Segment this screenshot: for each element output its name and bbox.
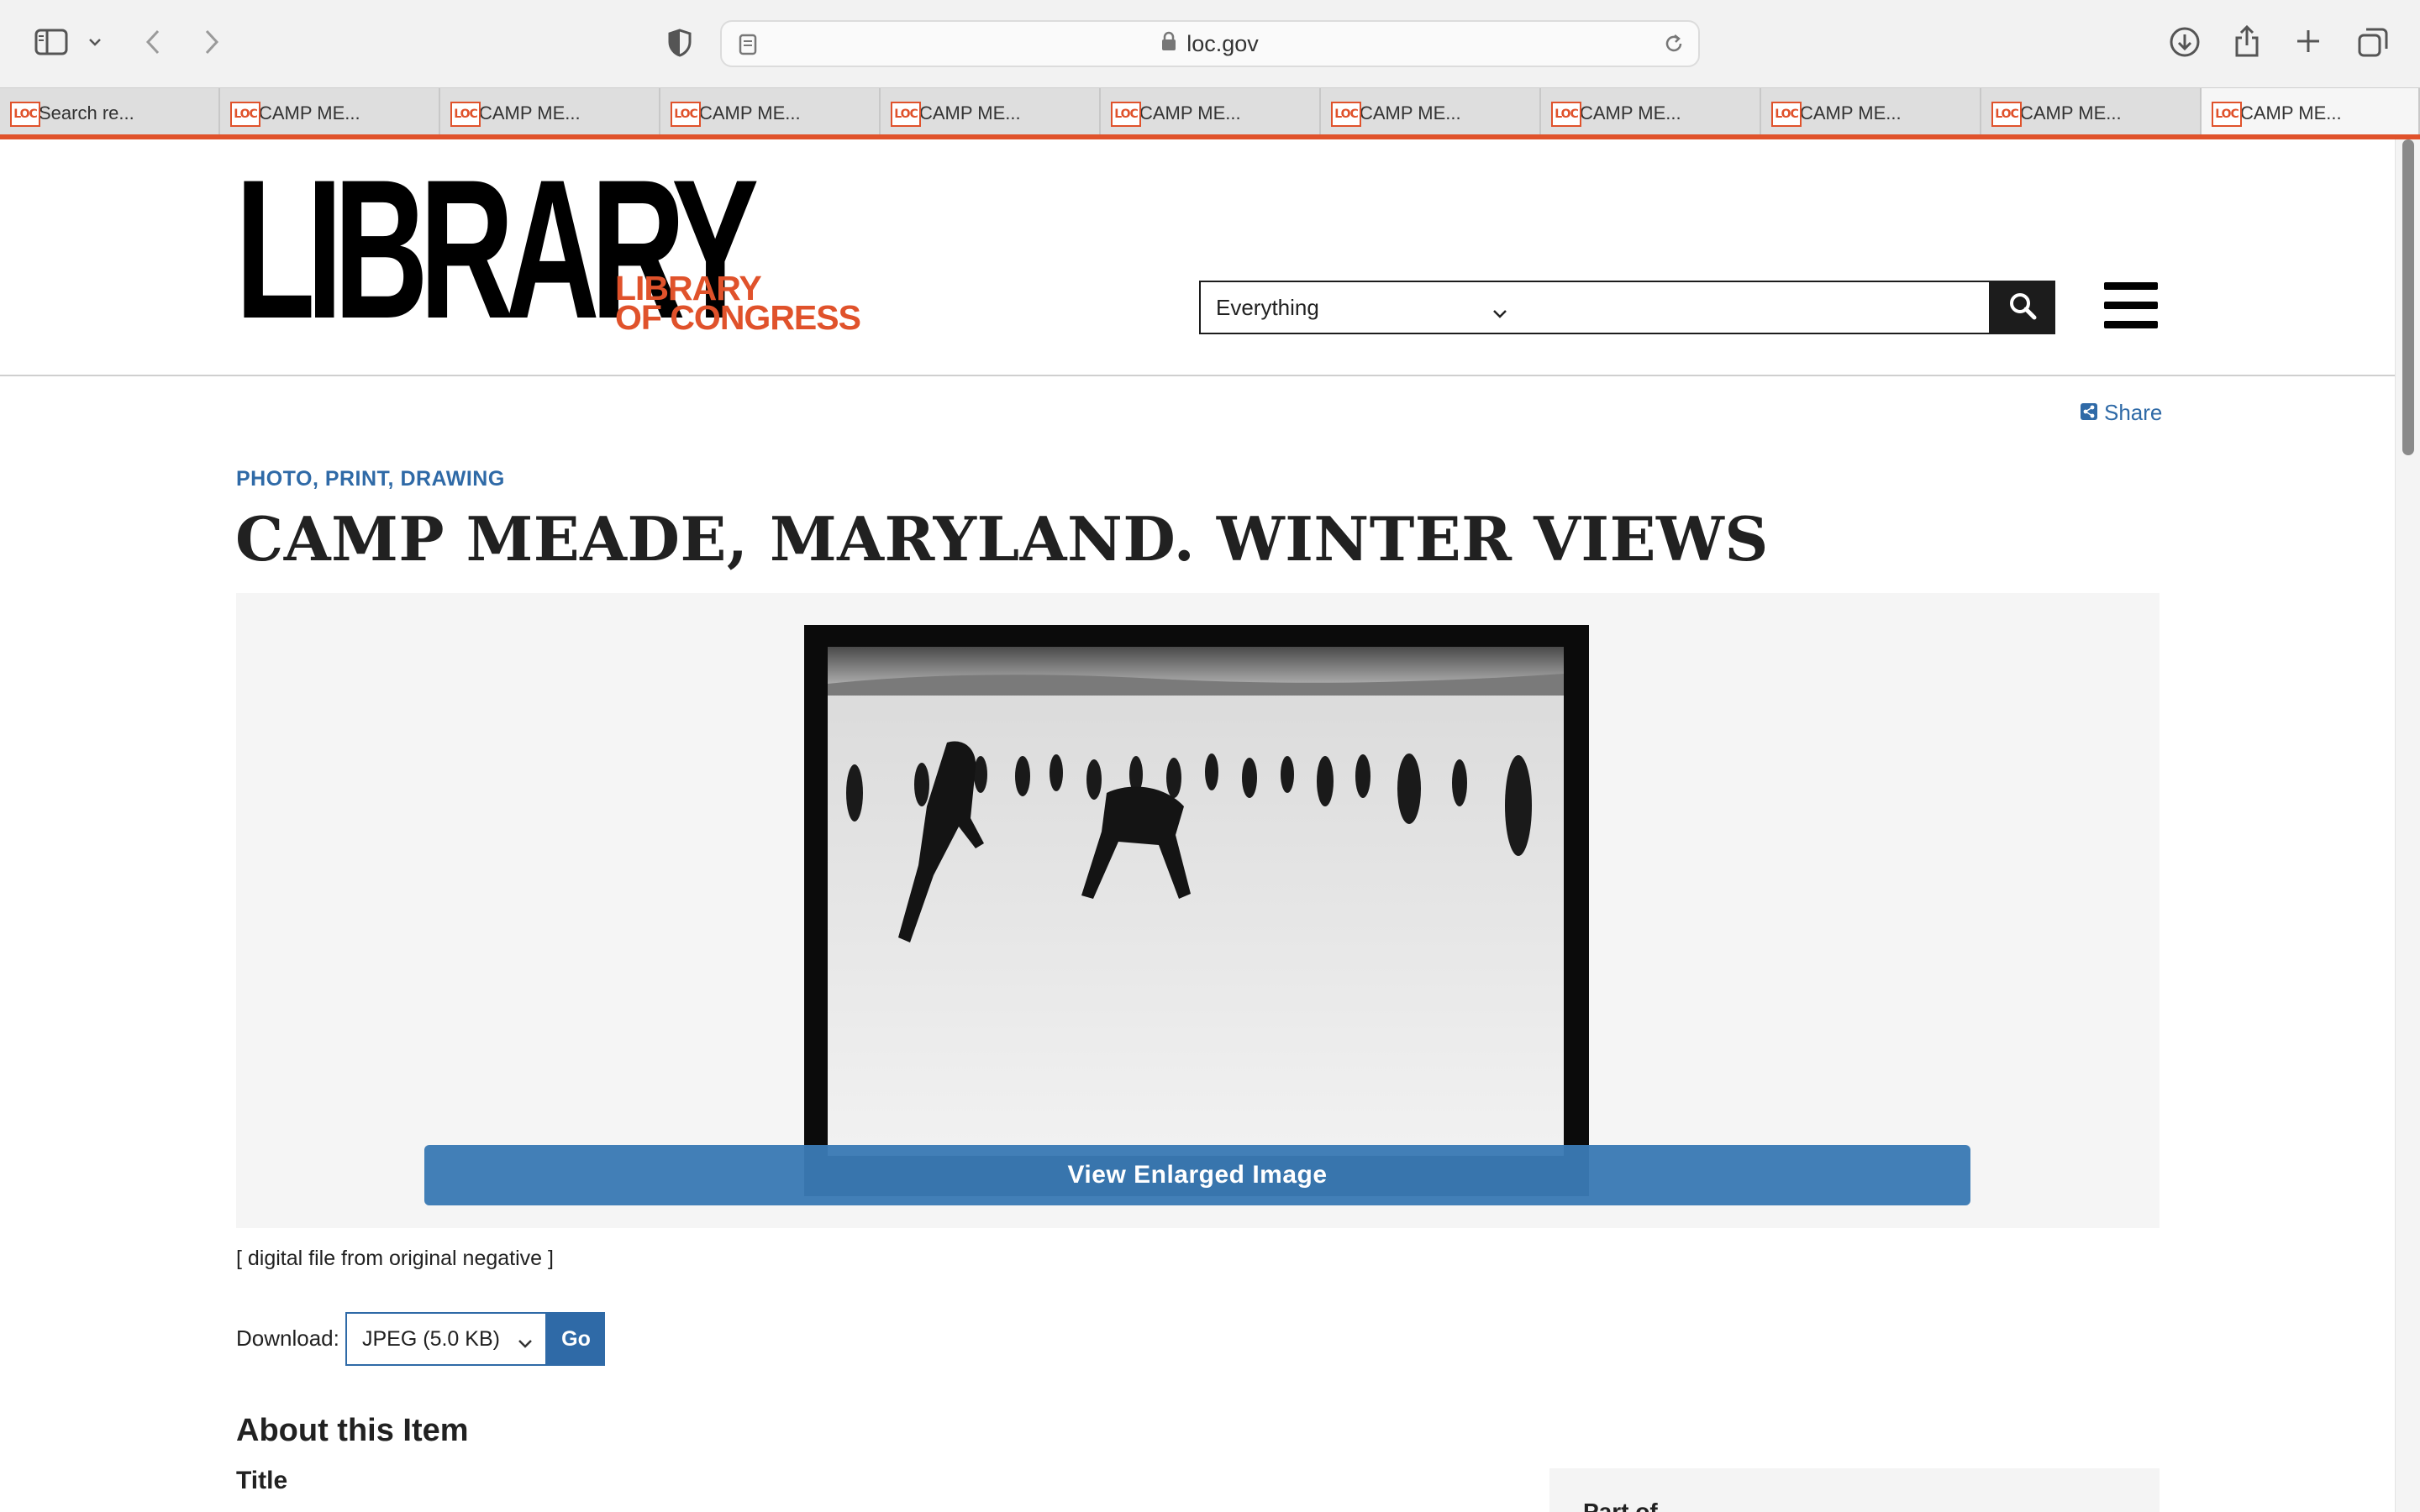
title-field-label: Title	[236, 1467, 288, 1494]
browser-toolbar: loc.gov	[0, 0, 2420, 87]
browser-tab-label: CAMP ME...	[2240, 102, 2342, 123]
lock-icon	[1161, 31, 1176, 57]
menu-icon[interactable]	[2104, 282, 2158, 329]
tab-strip: LOC Search re... LOC CAMP ME... LOC CAMP ME..…	[0, 87, 2420, 139]
part-of-heading: Part of	[1583, 1499, 1658, 1512]
download-format-select[interactable]: JPEG (5.0 KB)	[345, 1312, 547, 1366]
browser-tab-label: CAMP ME...	[2020, 102, 2122, 123]
browser-tab-label: CAMP ME...	[479, 102, 581, 123]
loc-favicon-icon: LOC	[1331, 102, 1361, 127]
browser-tab-label: CAMP ME...	[1580, 102, 1681, 123]
scrollbar-thumb[interactable]	[2402, 139, 2414, 455]
sidebar-icon[interactable]	[34, 27, 69, 57]
web-page: LIBRARY LIBRARY OF CONGRESS Everything S…	[0, 139, 2395, 1512]
new-tab-icon[interactable]	[2294, 27, 2323, 55]
about-heading: About this Item	[236, 1413, 469, 1448]
part-of-panel: Part of	[1549, 1468, 2160, 1512]
browser-tab[interactable]: LOC CAMP ME...	[220, 88, 440, 139]
browser-tab[interactable]: LOC CAMP ME...	[440, 88, 660, 139]
image-viewer: View Enlarged Image	[236, 593, 2160, 1228]
loc-favicon-icon: LOC	[10, 102, 40, 127]
chevron-down-icon	[517, 1331, 534, 1355]
browser-tab-label: CAMP ME...	[699, 102, 801, 123]
page-title: CAMP MEADE, MARYLAND. WINTER VIEWS	[235, 503, 1769, 575]
tab-overview-icon[interactable]	[2356, 25, 2390, 59]
browser-tab[interactable]: LOC CAMP ME...	[1321, 88, 1541, 139]
browser-tab-label: CAMP ME...	[1800, 102, 1902, 123]
loc-favicon-icon: LOC	[450, 102, 481, 127]
browser-tab-label: CAMP ME...	[919, 102, 1021, 123]
share-label: Share	[2104, 400, 2163, 425]
loc-favicon-icon: LOC	[891, 102, 921, 127]
view-enlarged-image-button[interactable]: View Enlarged Image	[424, 1145, 1970, 1205]
browser-tab-label: Search re...	[39, 102, 134, 123]
download-label: Download:	[236, 1326, 339, 1351]
loc-favicon-icon: LOC	[1991, 102, 2022, 127]
browser-tab-label: CAMP ME...	[1139, 102, 1241, 123]
item-photograph[interactable]	[804, 625, 1589, 1196]
browser-tab-label: CAMP ME...	[259, 102, 360, 123]
share-icon	[2081, 400, 2097, 426]
loc-favicon-icon: LOC	[1111, 102, 1141, 127]
loc-favicon-icon: LOC	[1771, 102, 1802, 127]
url-host: loc.gov	[1186, 30, 1259, 56]
browser-tab[interactable]: LOC CAMP ME...	[1101, 88, 1321, 139]
privacy-shield-icon[interactable]	[666, 27, 694, 59]
back-icon[interactable]	[141, 27, 165, 57]
loc-favicon-icon: LOC	[230, 102, 260, 127]
downloads-icon[interactable]	[2168, 25, 2202, 59]
search-scope-select[interactable]: Everything	[1199, 281, 1523, 334]
download-go-button[interactable]: Go	[547, 1312, 605, 1366]
browser-tab[interactable]: LOC Search re...	[0, 88, 220, 139]
search-input[interactable]	[1522, 281, 1991, 334]
reload-icon[interactable]	[1663, 32, 1685, 60]
logo-sub-line2: OF CONGRESS	[615, 298, 861, 337]
forward-icon[interactable]	[200, 27, 224, 57]
loc-favicon-icon: LOC	[2212, 102, 2242, 127]
browser-tab[interactable]: LOC CAMP ME...	[881, 88, 1101, 139]
search-icon	[2008, 291, 2037, 324]
library-of-congress-logo-text[interactable]: LIBRARY OF CONGRESS	[615, 271, 861, 337]
search-button[interactable]	[1989, 281, 2055, 334]
loc-favicon-icon: LOC	[671, 102, 701, 127]
site-header: LIBRARY LIBRARY OF CONGRESS Everything	[0, 139, 2395, 376]
image-caption: [ digital file from original negative ]	[236, 1247, 554, 1270]
chevron-down-icon	[1491, 299, 1508, 325]
browser-tab[interactable]: LOC CAMP ME...	[660, 88, 881, 139]
browser-tab[interactable]: LOC CAMP ME...	[1761, 88, 1981, 139]
loc-favicon-icon: LOC	[1551, 102, 1581, 127]
browser-tab-active[interactable]: LOC CAMP ME...	[2202, 88, 2420, 139]
share-icon[interactable]	[2232, 24, 2262, 59]
browser-tab-label: CAMP ME...	[1360, 102, 1461, 123]
item-format-link[interactable]: PHOTO, PRINT, DRAWING	[236, 467, 505, 491]
browser-tab[interactable]: LOC CAMP ME...	[1541, 88, 1761, 139]
address-bar[interactable]: loc.gov	[720, 20, 1700, 67]
chevron-down-icon[interactable]	[86, 34, 104, 50]
download-format-value: JPEG (5.0 KB)	[362, 1326, 500, 1351]
page-scrollbar[interactable]	[2395, 139, 2420, 1512]
share-link[interactable]: Share	[2081, 400, 2162, 426]
browser-tab[interactable]: LOC CAMP ME...	[1981, 88, 2202, 139]
search-scope-value: Everything	[1216, 294, 1319, 320]
